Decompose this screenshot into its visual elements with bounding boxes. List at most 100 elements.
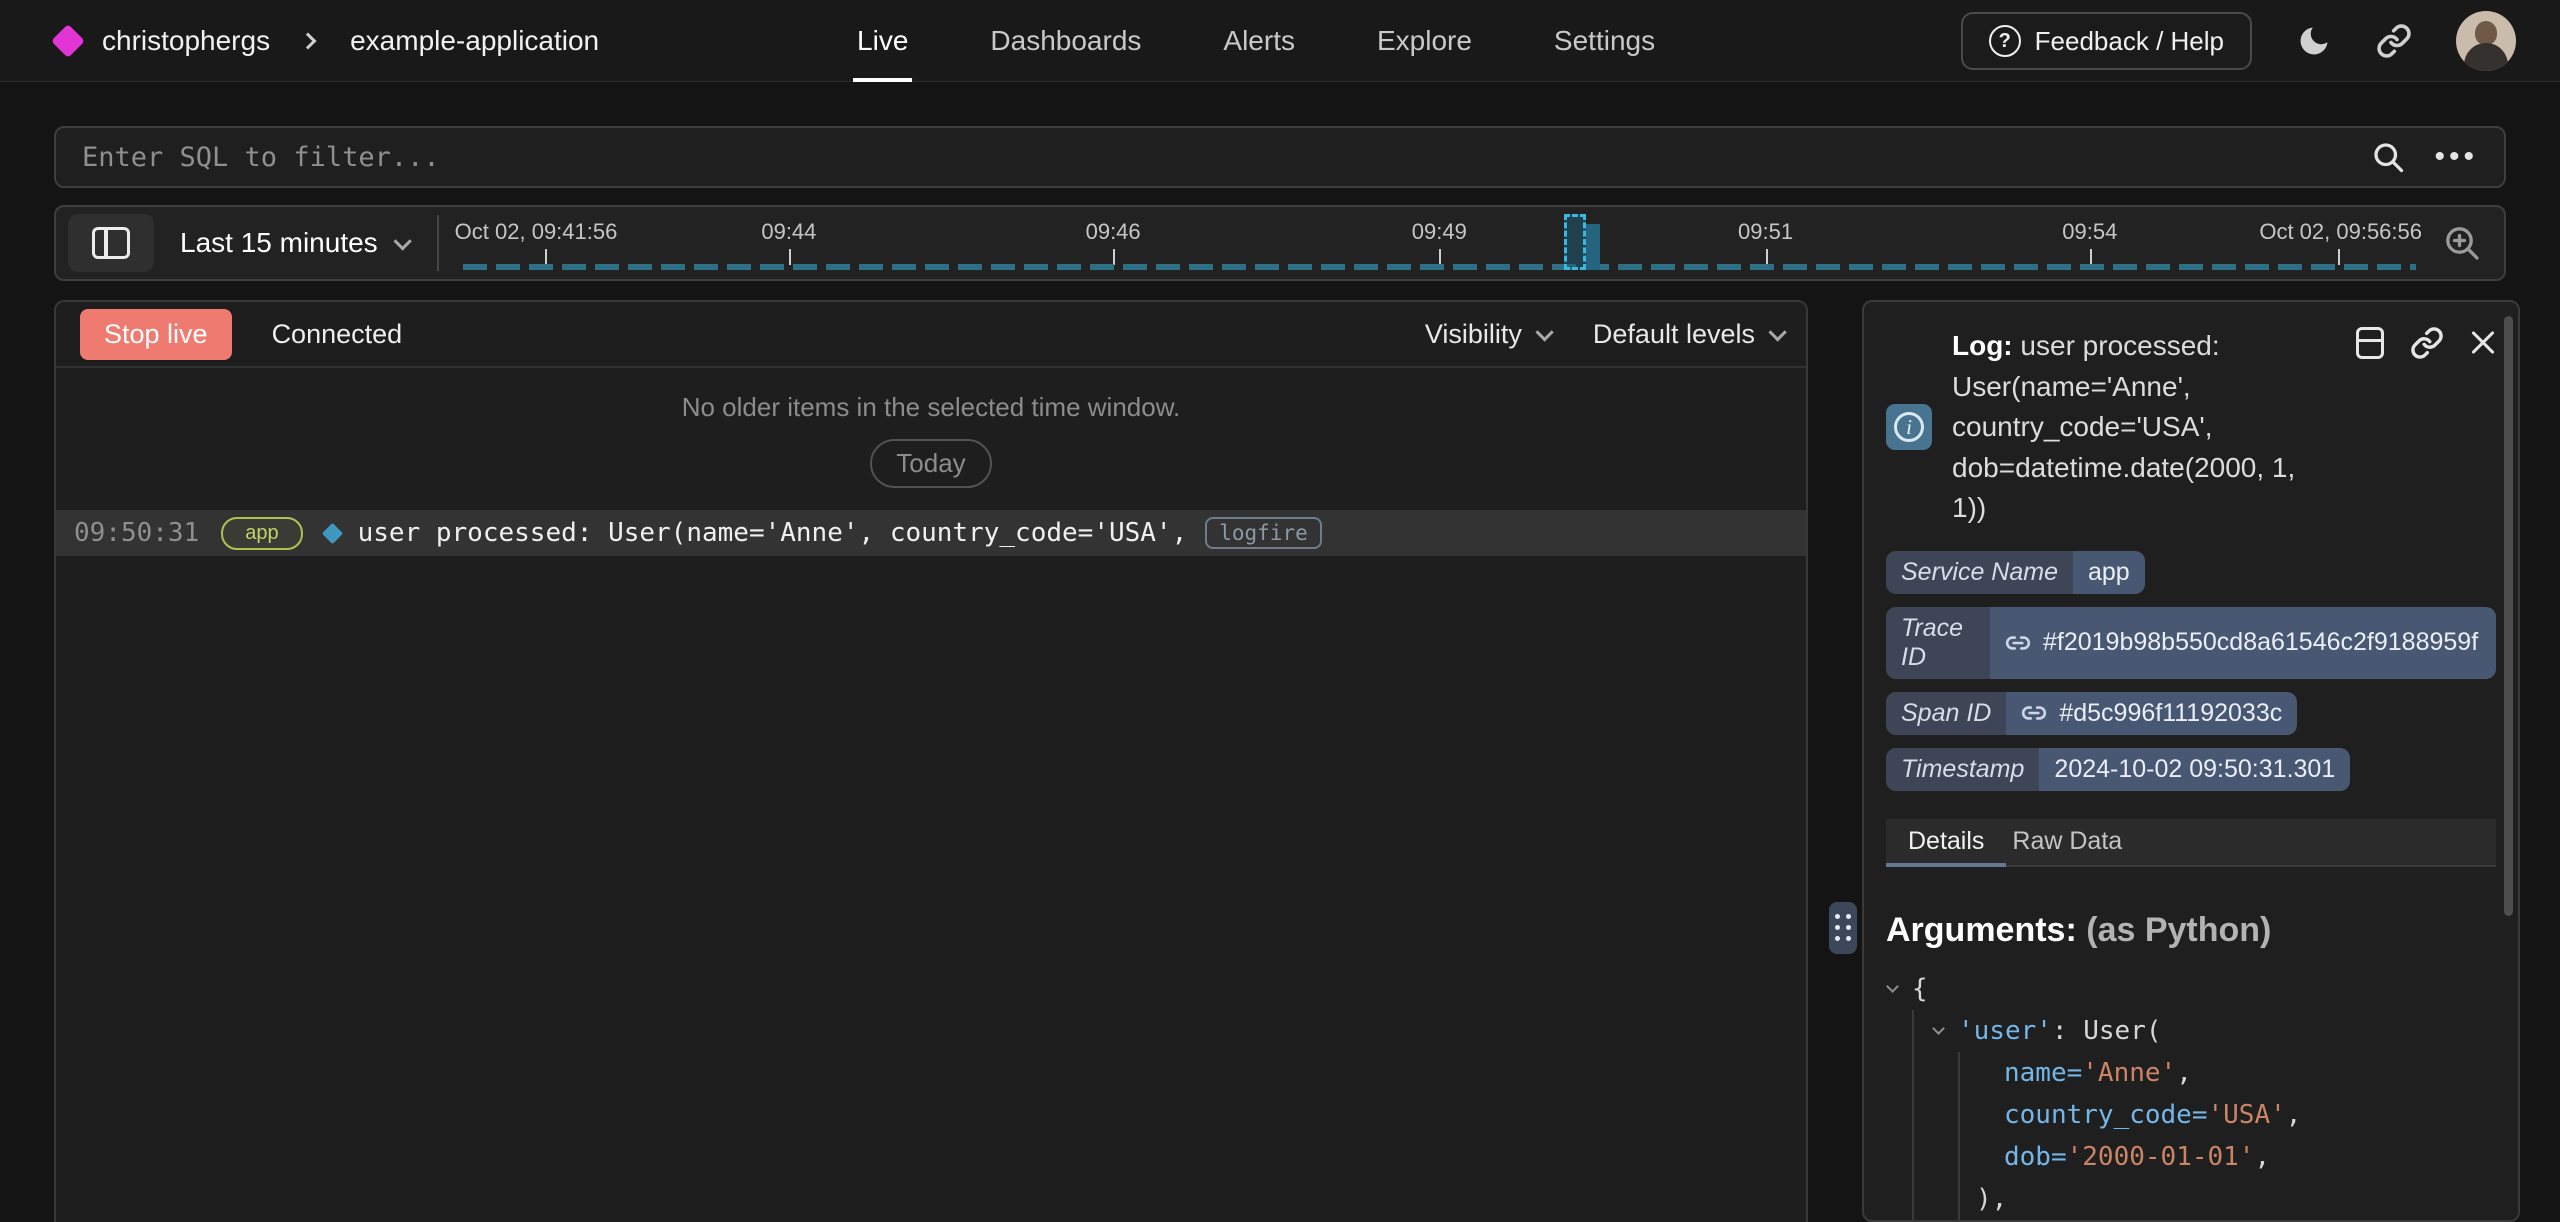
code-token: 'user' [1958,1016,2052,1046]
span-id-label: Span ID [1886,692,2006,735]
timeline-end-label: Oct 02, 09:56:56 [2259,219,2422,245]
service-name-badge: Service Name app [1886,551,2145,594]
empty-message: No older items in the selected time wind… [56,392,1806,423]
code-token: , [2176,1058,2192,1088]
timeline-tick-label: 09:46 [1086,219,1141,245]
app-root: christophergs example-application Live D… [0,0,2560,1222]
trace-id-value[interactable]: #f2019b98b550cd8a61546c2f9188959f [2043,628,2478,657]
code-token: '2000-01-01' [2067,1142,2255,1172]
default-levels-label: Default levels [1593,319,1755,350]
info-icon: i [1886,404,1932,450]
breadcrumb-project[interactable]: example-application [350,25,599,57]
zoom-in-icon[interactable] [2442,223,2482,263]
log-message: user processed: User(name='Anne', countr… [358,518,1188,548]
visibility-label: Visibility [1425,319,1522,350]
user-avatar[interactable] [2456,11,2516,71]
main-content: Stop live Connected Visibility Default l… [0,300,2560,1222]
link-icon[interactable] [2376,23,2412,59]
filter-icons: ••• [2370,139,2504,175]
timestamp-value: 2024-10-02 09:50:31.301 [2039,748,2350,791]
code-line: dob='2000-01-01', [1886,1136,2496,1178]
time-range-label: Last 15 minutes [180,227,378,259]
search-icon[interactable] [2370,139,2406,175]
question-circle-icon: ? [1989,25,2021,57]
feedback-help-button[interactable]: ? Feedback / Help [1961,12,2252,70]
scope-badge[interactable]: logfire [1205,517,1322,549]
tab-raw-data[interactable]: Raw Data [1998,819,2136,865]
close-icon[interactable] [2470,330,2496,356]
spike-bar [1586,224,1600,270]
link-icon[interactable] [2005,630,2031,656]
tab-dashboards[interactable]: Dashboards [990,0,1141,82]
moon-icon[interactable] [2296,23,2332,59]
details-tabs: Details Raw Data [1886,819,2496,867]
tick-mark [1439,249,1441,265]
collapse-chevron-icon[interactable] [1932,1022,1945,1035]
feedback-help-label: Feedback / Help [2035,26,2224,57]
link-icon[interactable] [2021,700,2047,726]
code-line: name='Anne', [1886,1052,2496,1094]
sql-filter-bar: ••• [54,126,2506,188]
visibility-dropdown[interactable]: Visibility [1425,319,1549,350]
time-range-dropdown[interactable]: Last 15 minutes [180,227,407,259]
arguments-code-block: { 'user': User( name='Anne', country_cod… [1886,968,2496,1222]
ellipsis-icon[interactable]: ••• [2434,142,2478,172]
nav-right: ? Feedback / Help [1961,0,2516,82]
default-levels-dropdown[interactable]: Default levels [1593,319,1782,350]
breadcrumb-org[interactable]: christophergs [102,25,270,57]
log-row[interactable]: 09:50:31 app user processed: User(name='… [56,510,1806,556]
sidebar-toggle-button[interactable] [68,214,154,272]
timeline-tick-label: 09:51 [1738,219,1793,245]
live-log-panel: Stop live Connected Visibility Default l… [54,300,1808,1222]
arguments-heading: Arguments: (as Python) [1886,911,2496,950]
chevron-down-icon [393,232,411,250]
collapse-chevron-icon[interactable] [1886,980,1899,993]
tab-explore[interactable]: Explore [1377,0,1472,82]
code-token: 'USA' [2208,1100,2286,1130]
code-token: , [2286,1100,2302,1130]
window-split-icon[interactable] [2356,327,2384,359]
timeline-track[interactable]: Oct 02, 09:41:56 09:44 09:46 09:49 09:51… [463,207,2416,279]
details-panel: i Log: user processed: User(name='Anne',… [1862,300,2520,1222]
arguments-heading-main: Arguments: [1886,911,2077,949]
code-line: country_code='USA', [1886,1094,2496,1136]
sidebar-toggle-icon [92,227,130,259]
timeline-tick-label: 09:49 [1412,219,1467,245]
timeline-tick-label: 09:54 [2062,219,2117,245]
service-name-label: Service Name [1886,551,2073,594]
code-line: 'user': User( [1886,1010,2496,1052]
live-panel-header: Stop live Connected Visibility Default l… [56,302,1806,368]
details-header-icons [2356,326,2496,360]
timestamp-badge: Timestamp 2024-10-02 09:50:31.301 [1886,748,2350,791]
tick-mark [2090,249,2092,265]
service-name-value: app [2073,551,2145,594]
details-title: Log: user processed: User(name='Anne', c… [1952,326,2334,529]
tab-alerts[interactable]: Alerts [1223,0,1295,82]
link-icon[interactable] [2410,326,2444,360]
code-token: ), [1976,1184,2007,1214]
divider [437,215,439,271]
tab-live[interactable]: Live [857,0,908,82]
tick-mark [545,249,547,265]
today-button[interactable]: Today [870,439,991,488]
code-token: dob= [2004,1142,2067,1172]
code-token: name= [2004,1058,2082,1088]
sql-filter-input[interactable] [56,128,2370,186]
log-timestamp: 09:50:31 [74,518,199,548]
chevron-down-icon [1535,323,1553,341]
stop-live-button[interactable]: Stop live [80,309,232,360]
details-title-prefix: Log: [1952,330,2013,361]
metadata-badges: Service Name app Trace ID #f2019b98b550c… [1886,551,2496,791]
tab-settings[interactable]: Settings [1554,0,1655,82]
service-badge[interactable]: app [221,517,302,550]
panel-resize-handle[interactable] [1829,902,1857,954]
logfire-logo-icon[interactable] [51,24,85,58]
timeline-dashed-line [463,264,2416,270]
span-id-value[interactable]: #d5c996f11192033c [2059,699,2282,728]
tab-details[interactable]: Details [1894,819,1998,865]
scrollbar-thumb[interactable] [2504,316,2513,916]
span-id-badge: Span ID #d5c996f11192033c [1886,692,2297,735]
arguments-heading-sub: (as Python) [2086,911,2271,949]
code-line: { [1886,968,2496,1010]
code-token: 'Anne' [2082,1058,2176,1088]
